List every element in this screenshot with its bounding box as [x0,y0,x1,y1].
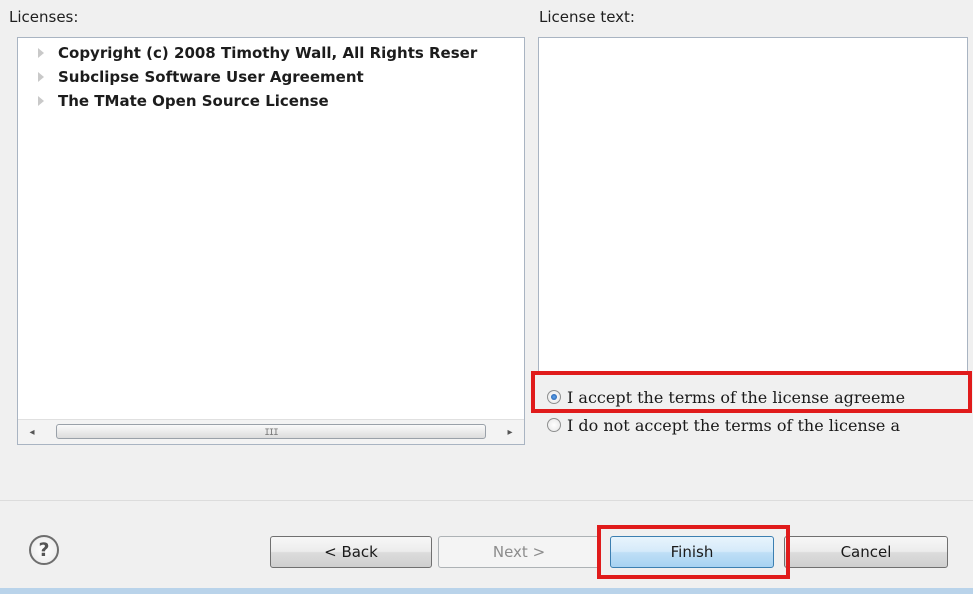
reject-radio-label[interactable]: I do not accept the terms of the license… [567,416,900,435]
license-item-copyright[interactable]: Copyright (c) 2008 Timothy Wall, All Rig… [18,42,524,64]
expand-arrow-icon[interactable] [38,48,44,58]
license-item-label: Subclipse Software User Agreement [58,68,364,86]
accept-radio-button[interactable] [547,390,561,404]
back-button[interactable]: < Back [270,536,432,568]
next-button[interactable]: Next > [438,536,600,568]
expand-arrow-icon[interactable] [38,96,44,106]
scroll-right-button[interactable]: ▸ [498,420,522,444]
cancel-button[interactable]: Cancel [784,536,948,568]
horizontal-scrollbar[interactable]: ◂ III ▸ [18,419,524,444]
reject-radio-button[interactable] [547,418,561,432]
scroll-left-button[interactable]: ◂ [20,420,44,444]
license-text-label: License text: [539,8,635,26]
accept-radio-label[interactable]: I accept the terms of the license agreem… [567,388,905,407]
license-item-subclipse[interactable]: Subclipse Software User Agreement [18,66,524,88]
licenses-label: Licenses: [9,8,79,26]
reject-license-option[interactable]: I do not accept the terms of the license… [547,414,967,436]
scrollbar-grip-icon: III [264,428,278,438]
help-icon[interactable]: ? [29,535,59,565]
license-text-area[interactable] [538,37,968,372]
license-item-label: Copyright (c) 2008 Timothy Wall, All Rig… [58,44,478,62]
expand-arrow-icon[interactable] [38,72,44,82]
license-item-tmate[interactable]: The TMate Open Source License [18,90,524,112]
license-item-label: The TMate Open Source License [58,92,329,110]
window-bottom-edge [0,588,973,594]
finish-button[interactable]: Finish [610,536,774,568]
licenses-tree[interactable]: Copyright (c) 2008 Timothy Wall, All Rig… [17,37,525,445]
accept-license-option[interactable]: I accept the terms of the license agreem… [547,386,967,408]
footer-divider [0,500,973,501]
scrollbar-thumb[interactable]: III [56,424,486,439]
